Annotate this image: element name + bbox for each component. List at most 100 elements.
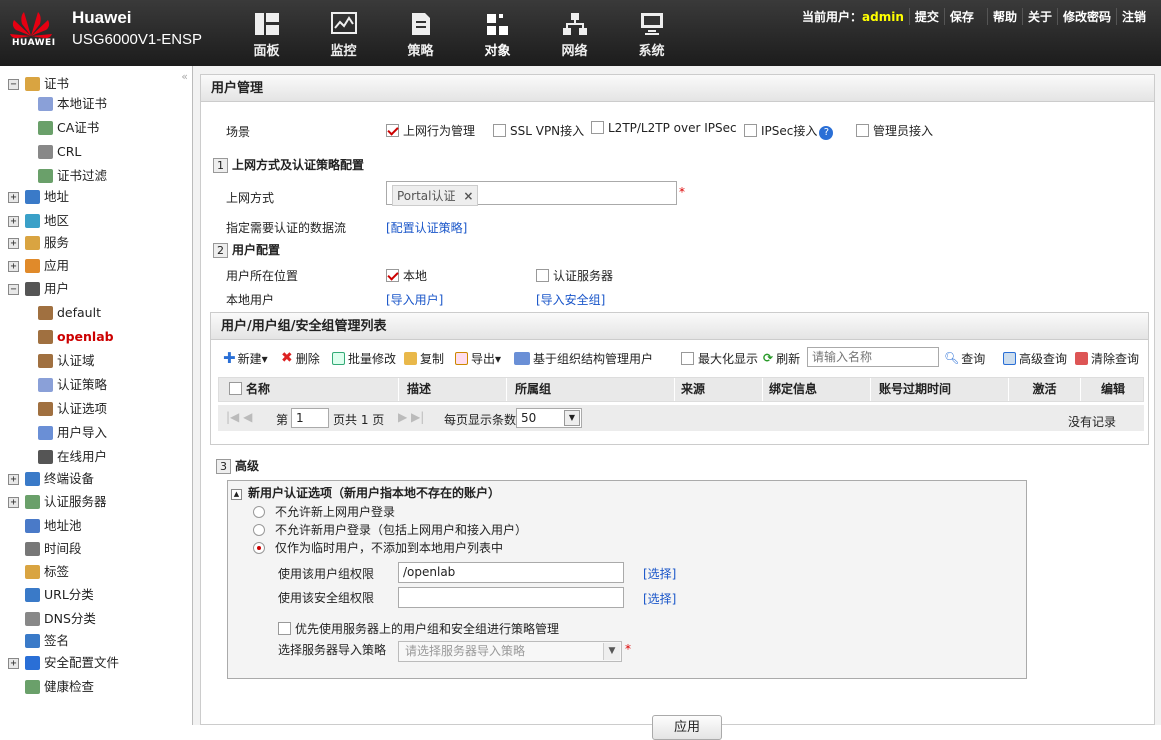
import-policy-select[interactable]: 请选择服务器导入策略 ▼ — [398, 641, 622, 662]
sidebar-item-22[interactable]: URL分类 — [8, 584, 94, 606]
collapse-icon[interactable]: ▲ — [231, 489, 242, 500]
org-manage-button[interactable]: 基于组织结构管理用户 — [514, 349, 653, 367]
sidebar-item-6[interactable]: + 地区 — [8, 210, 69, 232]
nav-object[interactable]: 对象 — [459, 0, 536, 66]
column-binding[interactable]: 绑定信息 — [763, 378, 871, 401]
collapse-icon[interactable]: − — [8, 78, 19, 90]
column-source[interactable]: 来源 — [675, 378, 763, 401]
save-link[interactable]: 保存 — [943, 8, 979, 25]
nav-monitor[interactable]: 监控 — [305, 0, 382, 66]
sidebar-item-25[interactable]: + 安全配置文件 — [8, 652, 119, 674]
scene-checkbox-ipsec[interactable]: IPSec接入? — [744, 122, 834, 140]
checkbox[interactable] — [856, 124, 869, 137]
batch-edit-button[interactable]: 批量修改 — [332, 349, 396, 367]
refresh-button[interactable]: ⟳ 刷新 — [763, 349, 800, 367]
help-icon[interactable]: ? — [819, 126, 834, 140]
radio[interactable] — [253, 506, 265, 518]
about-link[interactable]: 关于 — [1021, 8, 1057, 25]
option-deny-web-users[interactable]: 不允许新上网用户登录 — [253, 503, 395, 520]
scene-checkbox-l2tp[interactable]: L2TP/L2TP over IPSec — [591, 121, 737, 135]
query-button[interactable]: 🔍︎ 查询 — [944, 349, 985, 367]
scene-checkbox-admin[interactable]: 管理员接入 — [856, 122, 933, 139]
checkbox[interactable] — [386, 269, 399, 282]
option-temporary-user[interactable]: 仅作为临时用户，不添加到本地用户列表中 — [253, 539, 503, 556]
collapse-icon[interactable]: − — [8, 283, 19, 295]
sidebar-item-9[interactable]: − 用户 — [8, 278, 69, 300]
choose-user-group-link[interactable]: [选择] — [643, 565, 676, 582]
checkbox[interactable] — [744, 124, 757, 137]
column-group[interactable]: 所属组 — [507, 378, 675, 401]
expand-icon[interactable]: + — [8, 657, 19, 669]
page-input[interactable]: 1 — [291, 408, 329, 428]
search-input[interactable] — [807, 347, 939, 367]
sidebar-item-14[interactable]: 认证选项 — [38, 398, 107, 420]
location-local-checkbox[interactable]: 本地 — [386, 267, 427, 284]
column-expire[interactable]: 账号过期时间 — [871, 378, 1009, 401]
checkbox[interactable] — [493, 124, 506, 137]
sidebar-item-16[interactable]: 在线用户 — [38, 446, 107, 468]
sidebar-item-23[interactable]: DNS分类 — [8, 608, 96, 630]
choose-security-group-link[interactable]: [选择] — [643, 590, 676, 607]
sidebar-item-2[interactable]: CA证书 — [38, 117, 99, 139]
pager-first-prev[interactable]: |◀ ◀ — [226, 410, 252, 424]
nav-network[interactable]: 网络 — [536, 0, 613, 66]
sidebar-item-4[interactable]: 证书过滤 — [38, 165, 107, 187]
sidebar-item-13[interactable]: 认证策略 — [38, 374, 107, 396]
sidebar-item-11[interactable]: openlab — [38, 326, 114, 348]
export-button[interactable]: 导出▾ — [455, 349, 501, 367]
maximize-checkbox[interactable]: 最大化显示 — [681, 349, 758, 367]
expand-icon[interactable]: + — [8, 215, 19, 227]
radio[interactable] — [253, 524, 265, 536]
expand-icon[interactable]: + — [8, 191, 19, 203]
nav-dashboard[interactable]: 面板 — [228, 0, 305, 66]
sidebar-item-21[interactable]: 标签 — [8, 561, 69, 583]
import-security-group-link[interactable]: [导入安全组] — [536, 291, 605, 308]
sidebar-item-0[interactable]: − 证书 — [8, 73, 69, 95]
checkbox[interactable] — [386, 124, 399, 137]
advanced-query-button[interactable]: 高级查询 — [1003, 349, 1067, 367]
column-description[interactable]: 描述 — [399, 378, 507, 401]
radio[interactable] — [253, 542, 265, 554]
logout-link[interactable]: 注销 — [1115, 8, 1151, 25]
sidebar-item-26[interactable]: 健康检查 — [8, 676, 94, 698]
prefer-server-checkbox[interactable]: 优先使用服务器上的用户组和安全组进行策略管理 — [278, 620, 559, 637]
scene-checkbox-sslvpn[interactable]: SSL VPN接入 — [493, 122, 584, 139]
sidebar-item-19[interactable]: 地址池 — [8, 515, 82, 537]
per-page-select[interactable]: 50 ▼ — [516, 408, 582, 428]
checkbox[interactable] — [681, 351, 694, 365]
sidebar-item-15[interactable]: 用户导入 — [38, 422, 107, 444]
location-server-checkbox[interactable]: 认证服务器 — [536, 267, 613, 284]
sidebar-item-17[interactable]: + 终端设备 — [8, 468, 94, 490]
option-deny-all-new-users[interactable]: 不允许新用户登录（包括上网用户和接入用户） — [253, 521, 527, 538]
options-box-header[interactable]: ▲ 新用户认证选项（新用户指本地不存在的账户） — [231, 484, 500, 501]
security-group-input[interactable] — [398, 587, 624, 608]
checkbox[interactable] — [591, 121, 604, 134]
submit-link[interactable]: 提交 — [908, 8, 944, 25]
column-active[interactable]: 激活 — [1009, 378, 1081, 401]
configure-auth-policy-link[interactable]: [配置认证策略] — [386, 219, 467, 236]
clear-query-button[interactable]: 清除查询 — [1075, 349, 1139, 367]
sidebar-item-7[interactable]: + 服务 — [8, 232, 69, 254]
expand-icon[interactable]: + — [8, 496, 19, 508]
column-name[interactable]: 名称 — [219, 378, 399, 401]
sidebar-item-3[interactable]: CRL — [38, 141, 81, 163]
sidebar-item-5[interactable]: + 地址 — [8, 186, 69, 208]
expand-icon[interactable]: + — [8, 237, 19, 249]
sidebar-item-20[interactable]: 时间段 — [8, 538, 82, 560]
checkbox[interactable] — [278, 622, 291, 635]
tag-close-icon[interactable]: × — [463, 189, 473, 203]
sidebar-item-24[interactable]: 签名 — [8, 630, 69, 652]
pager-next-last[interactable]: ▶ ▶| — [398, 410, 424, 424]
delete-button[interactable]: ✖ 删除 — [281, 349, 320, 367]
sidebar-item-10[interactable]: default — [38, 302, 101, 324]
scene-checkbox-web[interactable]: 上网行为管理 — [386, 122, 475, 139]
user-group-input[interactable]: /openlab — [398, 562, 624, 583]
apply-button[interactable]: 应用 — [652, 715, 722, 740]
column-edit[interactable]: 编辑 — [1081, 378, 1145, 401]
sidebar-item-8[interactable]: + 应用 — [8, 255, 69, 277]
change-password-link[interactable]: 修改密码 — [1056, 8, 1116, 25]
sidebar-item-12[interactable]: 认证域 — [38, 350, 95, 372]
nav-policy[interactable]: 策略 — [382, 0, 459, 66]
new-button[interactable]: ✚ 新建▾ — [223, 349, 268, 367]
checkbox[interactable] — [536, 269, 549, 282]
